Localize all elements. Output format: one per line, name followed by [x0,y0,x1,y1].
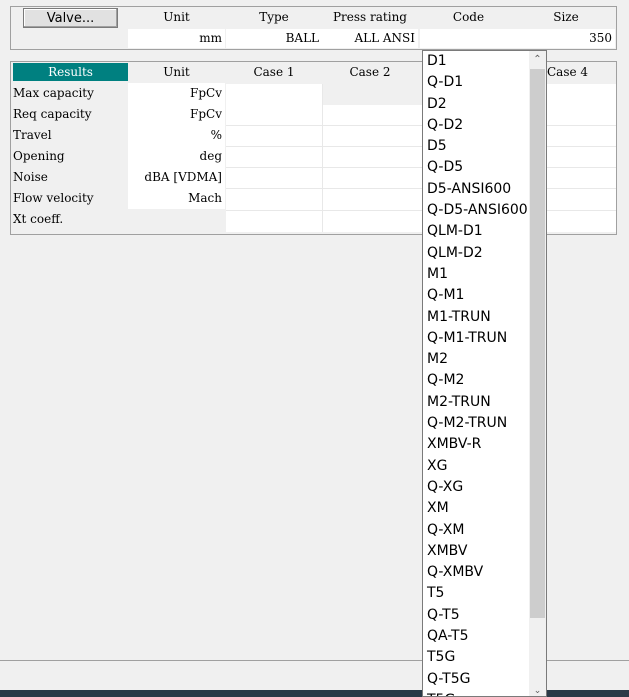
code-option[interactable]: M1 [424,264,530,285]
dropdown-scrollbar[interactable]: ⌃ ⌄ [529,51,546,696]
code-option[interactable]: D1 [424,51,530,72]
valve-unit-value[interactable]: mm [128,29,225,48]
results-tab[interactable]: Results [13,63,128,81]
code-option[interactable]: M1-TRUN [424,307,530,328]
grid-divider [226,188,616,189]
valve-code-value[interactable] [420,29,517,48]
unit-max-capacity: FpCv [128,83,225,104]
code-option[interactable]: XMBV-R [424,434,530,455]
grid-divider [226,210,616,211]
valve-button[interactable]: Valve... [23,8,118,28]
grid-divider [322,84,323,232]
code-options: D1 Q-D1 D2 Q-D2 D5 Q-D5 D5-ANSI600 Q-D5-ANSI600… [424,51,530,696]
code-option[interactable]: Q-M2-TRUN [424,413,530,434]
chevron-up-icon[interactable]: ⌃ [529,51,546,68]
chevron-down-icon[interactable]: ⌄ [529,686,546,696]
unit-noise: dBA [VDMA] [128,167,225,188]
row-label-xt-coeff: Xt coeff. [13,212,64,226]
unit-flow-velocity: Mach [128,188,225,209]
code-option[interactable]: Q-D2 [424,115,530,136]
code-option[interactable]: Q-XG [424,477,530,498]
code-option[interactable]: M2 [424,349,530,370]
code-option[interactable]: Q-D1 [424,72,530,93]
code-option[interactable]: D5 [424,136,530,157]
valve-press-rating-value[interactable]: ALL ANSI [322,29,418,48]
code-option[interactable]: Q-XMBV [424,562,530,583]
results-header-case-1: Case 1 [253,65,295,79]
valve-header-press-rating: Press rating [332,10,407,24]
unit-req-capacity: FpCv [128,104,225,125]
code-option[interactable]: XM [424,498,530,519]
code-option[interactable]: XMBV [424,541,530,562]
code-option[interactable]: Q-XM [424,520,530,541]
case4-max-capacity-cell[interactable] [547,84,616,105]
code-option[interactable]: Q-M1-TRUN [424,328,530,349]
grid-divider [226,125,616,126]
code-dropdown-list[interactable]: D1 Q-D1 D2 Q-D2 D5 Q-D5 D5-ANSI600 Q-D5-ANSI600… [422,50,547,697]
results-header-case-2: Case 2 [349,65,391,79]
code-option[interactable]: Q-T5 [424,605,530,626]
row-label-req-capacity: Req capacity [13,107,92,121]
code-option[interactable]: QLM-D1 [424,221,530,242]
results-header-case-4: Case 4 [547,65,589,79]
case1-max-capacity-cell[interactable] [226,84,323,105]
code-option[interactable]: Q-D5 [424,157,530,178]
valve-size-value[interactable]: 350 [517,29,615,48]
row-label-travel: Travel [13,128,52,142]
row-label-flow-velocity: Flow velocity [13,191,94,205]
valve-type-value[interactable]: BALL [226,29,322,48]
valve-header-code: Code [452,10,485,24]
scrollbar-thumb[interactable] [530,69,545,618]
code-option[interactable]: Q-M1 [424,285,530,306]
code-option[interactable]: D5-ANSI600 [424,179,530,200]
code-option[interactable]: M2-TRUN [424,392,530,413]
valve-header-type: Type [259,10,289,24]
code-option[interactable]: QA-T5 [424,626,530,647]
grid-divider [226,146,616,147]
unit-xt-coeff [128,209,225,230]
code-option[interactable]: QLM-D2 [424,243,530,264]
valve-header-size: Size [553,10,579,24]
valve-header-unit: Unit [163,10,190,24]
code-option[interactable]: XG [424,456,530,477]
code-option[interactable]: T5G [424,690,530,696]
code-option[interactable]: T5 [424,583,530,604]
row-label-opening: Opening [13,149,65,163]
grid-divider [226,167,616,168]
code-option[interactable]: T5G [424,647,530,668]
code-option[interactable]: Q-T5G [424,669,530,690]
results-header-unit: Unit [163,65,190,79]
code-option[interactable]: D2 [424,94,530,115]
unit-travel: % [128,125,225,146]
row-label-noise: Noise [13,170,48,184]
unit-opening: deg [128,146,225,167]
code-option[interactable]: Q-M2 [424,370,530,391]
row-label-max-capacity: Max capacity [13,86,94,100]
code-option[interactable]: Q-D5-ANSI600 [424,200,530,221]
